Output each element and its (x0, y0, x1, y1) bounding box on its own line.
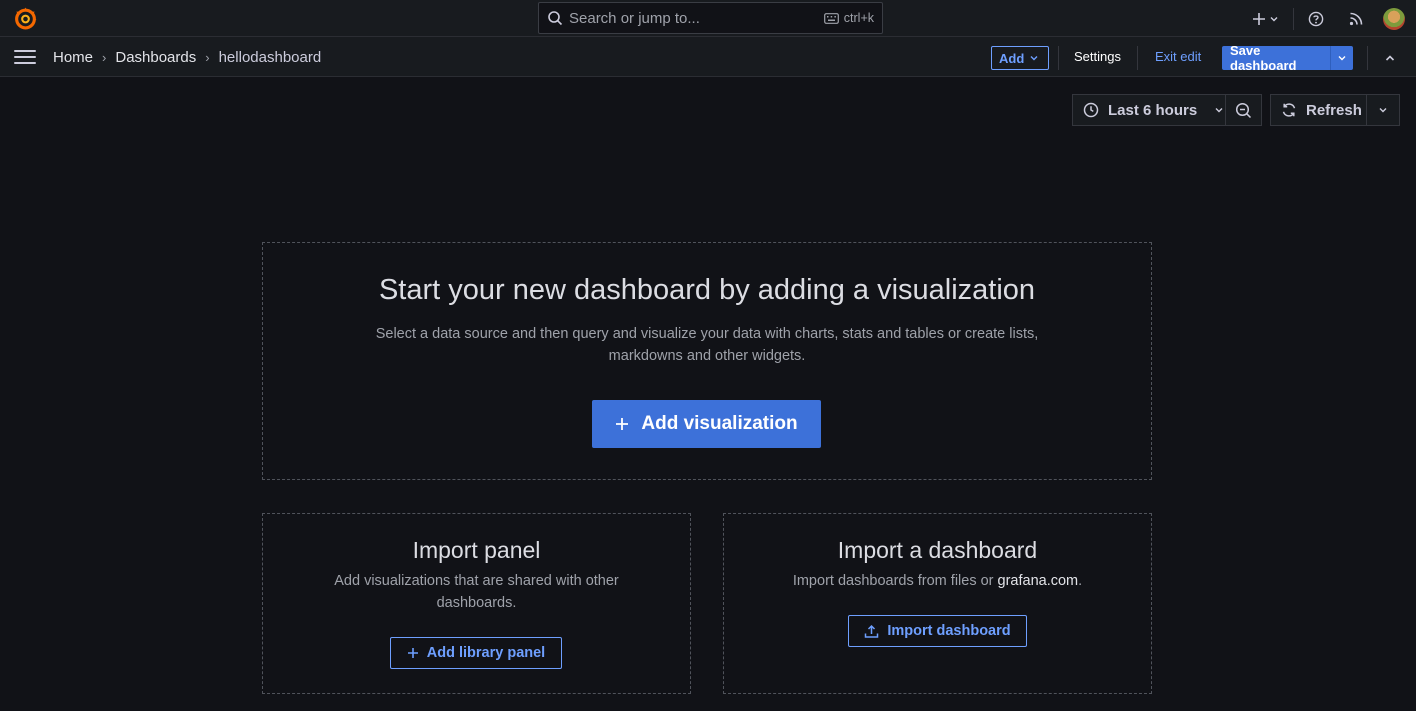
import-dashboard-button[interactable]: Import dashboard (848, 615, 1027, 647)
breadcrumb-dashboards[interactable]: Dashboards (115, 49, 196, 66)
breadcrumb: Home › Dashboards › hellodashboard (53, 37, 321, 77)
grafana-com-link[interactable]: grafana.com (998, 573, 1079, 589)
top-right-actions (1245, 0, 1416, 37)
refresh-icon (1282, 103, 1296, 117)
chevron-down-icon (1379, 108, 1387, 113)
chevron-down-icon (1338, 56, 1346, 61)
menu-icon[interactable] (14, 50, 36, 66)
import-panel-description: Add visualizations that are shared with … (334, 573, 619, 611)
breadcrumb-current: hellodashboard (218, 48, 322, 66)
add-library-panel-button[interactable]: Add library panel (390, 637, 562, 669)
help-icon (1308, 11, 1324, 26)
chevron-right-icon: › (205, 49, 210, 65)
search-icon (548, 11, 563, 26)
chevron-up-icon (1385, 55, 1395, 61)
news-button[interactable] (1338, 11, 1374, 26)
profile-button[interactable] (1374, 7, 1414, 30)
upload-icon (865, 624, 879, 638)
exit-edit-button[interactable]: Exit edit (1155, 49, 1201, 64)
import-dashboard-card: Import a dashboard Import dashboards fro… (723, 513, 1152, 694)
new-menu-button[interactable] (1245, 12, 1285, 26)
grafana-logo-icon[interactable] (13, 6, 38, 31)
search-placeholder: Search or jump to... (569, 9, 700, 27)
import-panel-card: Import panel Add visualizations that are… (262, 513, 691, 694)
chevron-down-icon (1270, 16, 1277, 21)
search-input[interactable]: Search or jump to... ctrl+k (538, 2, 883, 34)
add-visualization-panel: Start your new dashboard by adding a vis… (262, 242, 1152, 480)
add-visualization-button[interactable]: Add visualization (592, 400, 821, 448)
plus-icon (407, 648, 418, 658)
chevron-down-icon (1215, 108, 1223, 113)
divider (1058, 46, 1059, 70)
zoom-out-icon (1235, 102, 1252, 118)
time-range-picker[interactable]: Last 6 hours (1072, 94, 1226, 126)
top-bar: Search or jump to... ctrl+k (0, 0, 1416, 37)
breadcrumb-home[interactable]: Home (53, 49, 93, 66)
empty-state-title: Start your new dashboard by adding a vis… (378, 274, 1036, 306)
import-dashboard-description: Import dashboards from files or grafana.… (792, 573, 1083, 589)
rss-icon (1349, 12, 1362, 26)
clock-icon (1083, 102, 1099, 118)
dashboard-nav-bar: Home › Dashboards › hellodashboard Add S… (0, 37, 1416, 77)
settings-button[interactable]: Settings (1074, 49, 1121, 64)
search-shortcut: ctrl+k (823, 11, 874, 25)
save-dashboard-button[interactable]: Save dashboard (1222, 43, 1353, 73)
import-panel-title: Import panel (412, 537, 541, 563)
divider (1367, 46, 1368, 70)
save-options-button[interactable] (1331, 46, 1353, 70)
plus-icon (616, 418, 629, 430)
add-button[interactable]: Add (991, 46, 1049, 70)
collapse-navbar-button[interactable] (1378, 46, 1402, 70)
help-button[interactable] (1294, 11, 1338, 27)
plus-icon (1252, 12, 1265, 25)
keyboard-icon (823, 12, 839, 24)
empty-state-description: Select a data source and then query and … (375, 326, 1039, 364)
chevron-down-icon (1030, 56, 1038, 61)
divider (1137, 46, 1138, 70)
avatar (1383, 7, 1405, 30)
refresh-button[interactable]: Refresh (1270, 94, 1367, 126)
zoom-out-button[interactable] (1225, 94, 1262, 126)
refresh-interval-dropdown[interactable] (1366, 94, 1400, 126)
chevron-right-icon: › (102, 49, 107, 65)
import-dashboard-title: Import a dashboard (837, 537, 1038, 563)
